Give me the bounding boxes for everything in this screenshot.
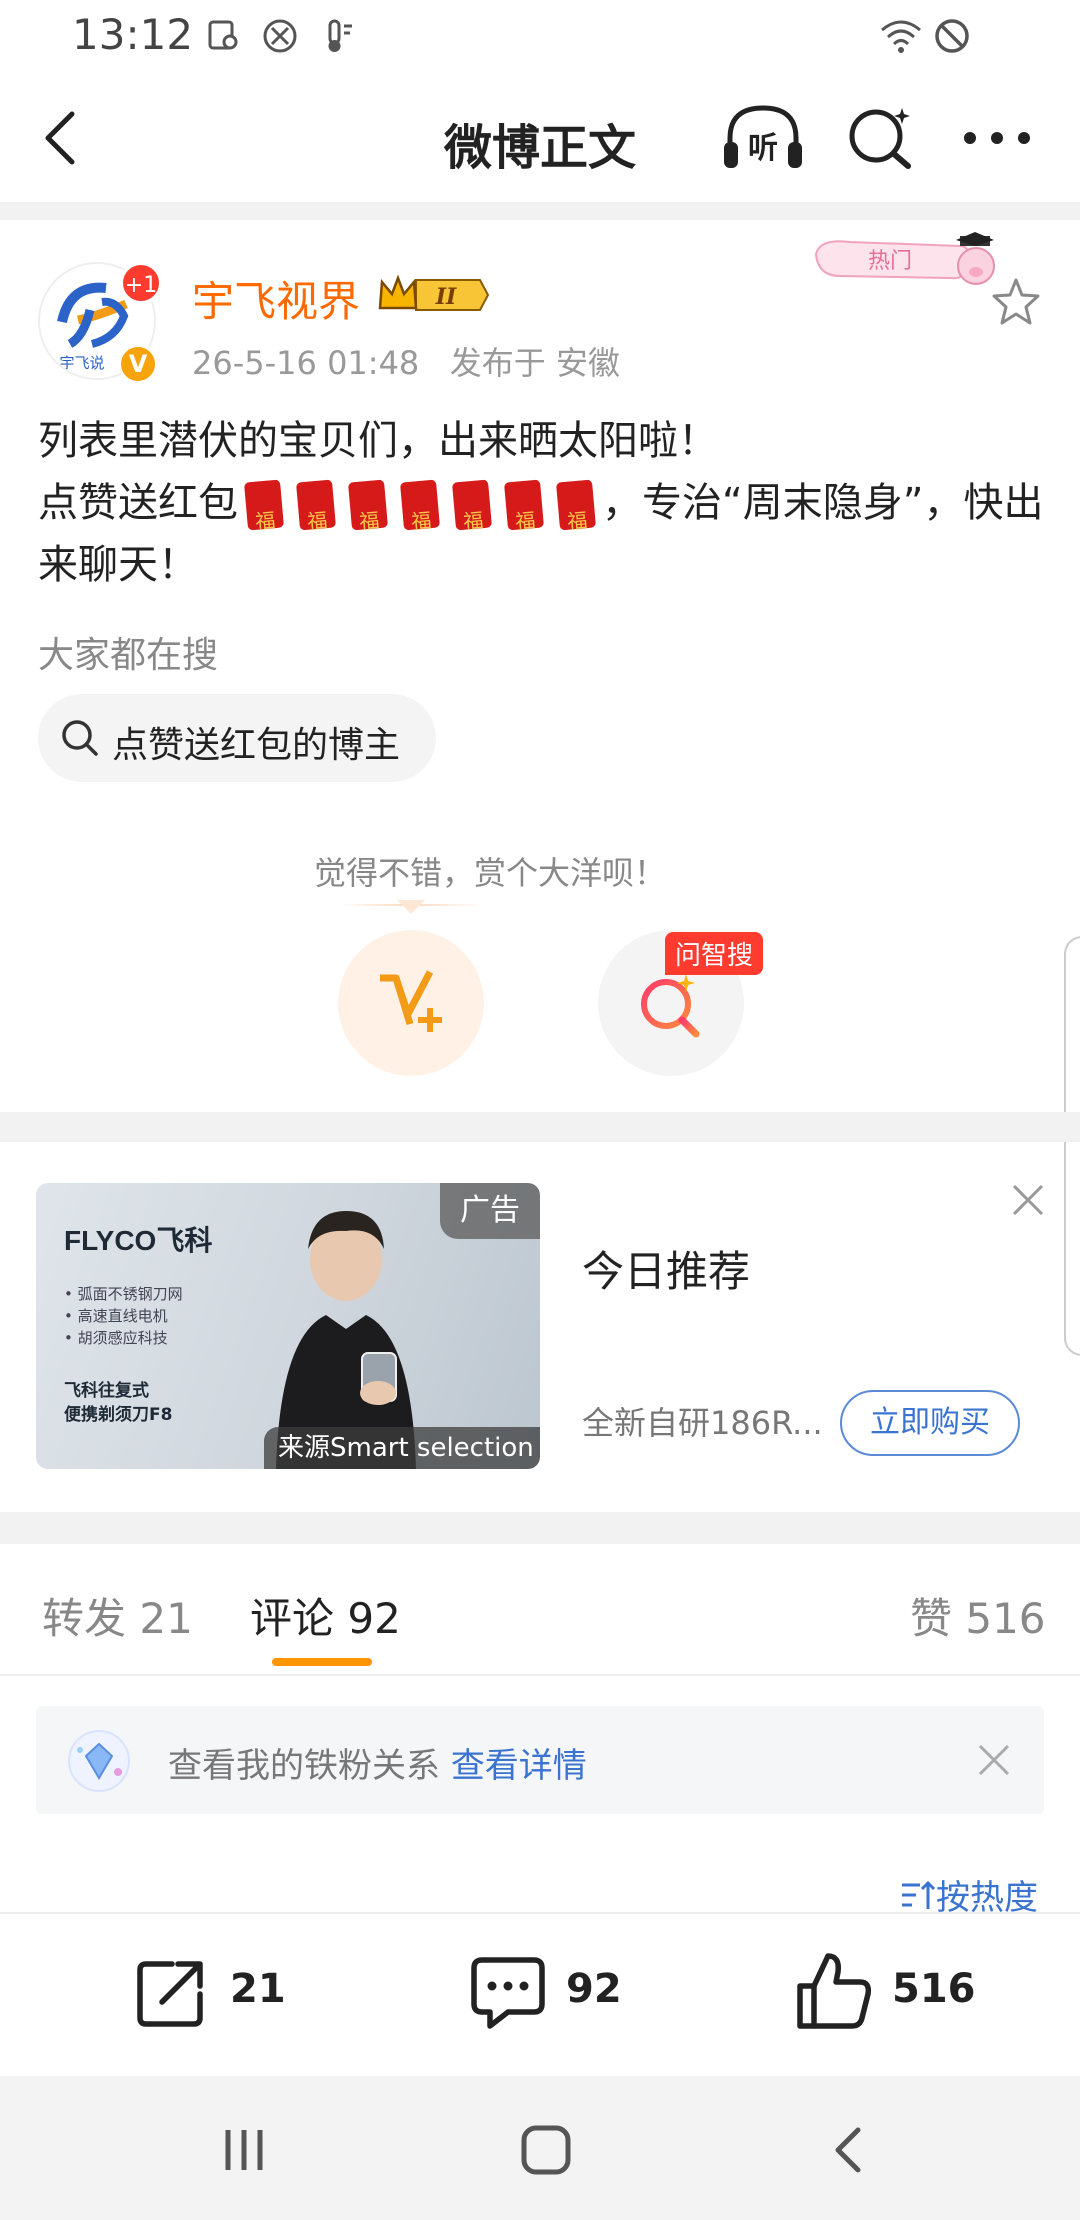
red-envelope-icon <box>555 479 597 531</box>
crown-level-badge[interactable]: II <box>376 272 490 318</box>
ad-feature: • 胡须感应科技 <box>64 1329 168 1347</box>
svg-text:听: 听 <box>748 131 778 166</box>
post-body-line: 列表里潜伏的宝贝们，出来晒太阳啦！ <box>38 418 718 464</box>
view-details-link[interactable]: 查看详情 <box>451 1746 587 1786</box>
fan-relation-banner[interactable]: 查看我的铁粉关系 查看详情 <box>36 1706 1044 1814</box>
bottom-action-bar: 21 92 516 <box>0 1912 1080 2076</box>
status-time: 13:12 <box>72 10 194 59</box>
ad-features: • 弧面不锈钢刀网 • 高速直线电机 • 胡须感应科技 <box>64 1283 183 1349</box>
top-nav-bar: 微博正文 听 <box>0 72 1080 202</box>
listen-headphones-icon[interactable]: 听 <box>720 100 806 176</box>
search-icon <box>62 720 98 756</box>
post-body-prefix: 点赞送红包 <box>38 480 238 526</box>
post-body-text: 列表里潜伏的宝贝们，出来晒太阳啦！ 点赞送红包，专治“周末隐身”，快出来聊天！ <box>38 410 1048 596</box>
like-count: 516 <box>892 1966 976 2012</box>
red-envelope-icon <box>347 479 389 531</box>
search-chip-label: 点赞送红包的博主 <box>112 725 401 766</box>
svg-text:热门: 热门 <box>868 249 912 274</box>
verified-v-badge: V <box>118 344 158 384</box>
page-title: 微博正文 <box>443 120 636 176</box>
reward-tip-button[interactable] <box>338 930 484 1076</box>
close-icon[interactable] <box>1008 1180 1048 1220</box>
ad-title[interactable]: 今日推荐 <box>582 1238 750 1299</box>
reward-hint-pointer <box>397 900 425 914</box>
smart-search-gradient-icon <box>641 974 700 1038</box>
recent-apps-icon[interactable] <box>220 2126 268 2174</box>
buy-now-button[interactable]: 立即购买 <box>840 1390 1020 1456</box>
blocked-app-icon <box>263 19 297 53</box>
fan-banner-text: 查看我的铁粉关系 查看详情 <box>168 1738 587 1787</box>
red-envelope-icon <box>295 479 337 531</box>
red-envelope-icon <box>399 479 441 531</box>
post-body-line: 点赞送红包，专治“周末隐身”，快出来聊天！ <box>38 472 1048 596</box>
crown-icon: II <box>378 274 490 311</box>
post-time: 26-5-16 01:48 <box>192 344 420 382</box>
red-envelope-icon <box>503 479 545 531</box>
v-plus-reward-icon <box>380 970 442 1032</box>
ad-subtitle: 全新自研186R... <box>582 1404 823 1442</box>
home-icon[interactable] <box>520 2124 572 2176</box>
share-icon <box>137 1961 203 2027</box>
everyone-searching-label: 大家都在搜 <box>38 635 219 676</box>
ad-feature: • 高速直线电机 <box>64 1307 168 1325</box>
wifi-icon <box>881 20 921 53</box>
svg-text:宇飞说: 宇飞说 <box>59 354 104 372</box>
tab-comments[interactable]: 评论 92 <box>250 1585 401 1646</box>
side-drawer-handle[interactable] <box>1064 936 1080 1356</box>
svg-text:II: II <box>435 284 457 310</box>
red-envelope-icon <box>243 479 285 531</box>
more-options-icon[interactable] <box>962 128 1032 148</box>
favorite-star-icon[interactable] <box>990 276 1042 328</box>
system-navigation-bar <box>0 2076 1080 2220</box>
search-suggestion-chip[interactable]: 点赞送红包的博主 <box>38 694 436 782</box>
red-envelope-icon <box>451 479 493 531</box>
comment-count: 92 <box>566 1966 622 2012</box>
comment-button[interactable]: 92 <box>468 1950 668 2040</box>
comment-bubble-icon <box>471 1957 545 2029</box>
close-icon[interactable] <box>976 1742 1012 1778</box>
like-button[interactable]: 516 <box>794 1950 1014 2040</box>
ad-label: 广告 <box>440 1183 540 1239</box>
tab-divider <box>0 1674 1080 1676</box>
hot-sticker: 热门 <box>810 232 1000 294</box>
ad-product-line: 飞科往复式 <box>64 1381 149 1401</box>
search-notification-icon <box>208 20 238 50</box>
hot-pig-sticker-icon: 热门 <box>814 232 995 285</box>
post-location: 发布于 安徽 <box>449 344 620 382</box>
repost-button[interactable]: 21 <box>132 1950 332 2040</box>
back-icon[interactable] <box>828 2126 868 2174</box>
smart-search-icon[interactable] <box>846 102 916 172</box>
ad-product-line: 便携剃须刀F8 <box>64 1405 173 1425</box>
section-divider <box>0 1112 1080 1142</box>
thumbs-up-icon <box>797 1953 872 2029</box>
status-bar: 13:12 <box>0 0 1080 72</box>
temperature-icon <box>328 19 352 52</box>
fan-diamond-icon <box>68 1730 130 1792</box>
active-tab-indicator <box>272 1658 372 1666</box>
author-name[interactable]: 宇飞视界 <box>192 268 360 329</box>
ad-image[interactable]: FLYCO飞科 • 弧面不锈钢刀网 • 高速直线电机 • 胡须感应科技 飞科往复… <box>36 1183 540 1469</box>
ad-product-name: 飞科往复式 便携剃须刀F8 <box>64 1379 172 1427</box>
reward-hint: 觉得不错，赏个大洋呗！ <box>313 854 666 892</box>
section-divider <box>0 1512 1080 1544</box>
ad-feature: • 弧面不锈钢刀网 <box>64 1285 183 1303</box>
ad-brand-logo: FLYCO飞科 <box>64 1225 213 1256</box>
tab-likes[interactable]: 赞 516 <box>910 1585 1046 1646</box>
sort-icon <box>902 1880 936 1909</box>
post-meta: 26-5-16 01:48 发布于 安徽 <box>192 338 620 384</box>
section-divider <box>0 202 1080 220</box>
ask-smart-search-badge: 问智搜 <box>665 932 764 975</box>
ad-source-label: 来源Smart selection <box>264 1427 540 1469</box>
fan-banner-message: 查看我的铁粉关系 <box>168 1746 451 1786</box>
tab-reposts[interactable]: 转发 21 <box>42 1585 193 1646</box>
repost-count: 21 <box>230 1966 286 2012</box>
avatar-notification-badge: +1 <box>120 262 162 304</box>
do-not-disturb-icon <box>935 19 969 53</box>
